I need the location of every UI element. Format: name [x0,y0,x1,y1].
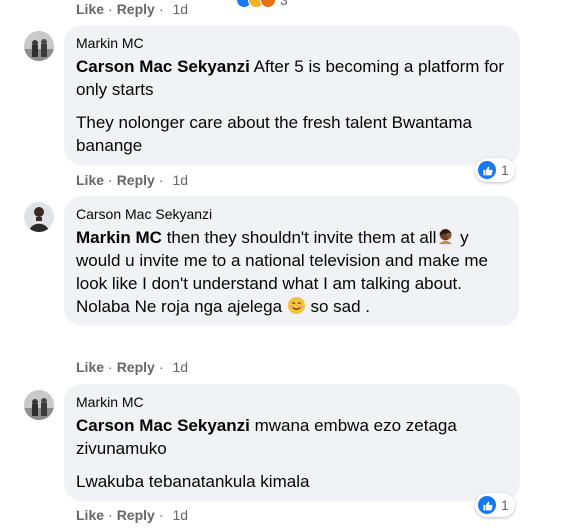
comment-author[interactable]: Markin MC [76,35,508,52]
smiling-face-emoji-icon [287,296,306,315]
comment-author[interactable]: Markin MC [76,394,508,411]
comment-time[interactable]: 1d [172,1,188,17]
thumbs-up-icon [478,496,496,514]
top-comment-actions: Like · Reply · 1d [76,1,189,17]
comment-text: Carson Mac Sekyanzi After 5 is becoming … [76,57,505,155]
avatar[interactable] [24,31,54,61]
reaction-badge[interactable]: 1 [475,158,515,182]
thumbs-up-icon [478,161,496,179]
avatar[interactable] [24,390,54,420]
reply-link[interactable]: Reply [117,172,155,188]
comment-bubble: Carson Mac Sekyanzi Markin MC then they … [64,196,519,326]
comment-time[interactable]: 1d [172,172,188,188]
comment-actions: Like · Reply · 1d [76,172,189,188]
comment-actions: Like · Reply · 1d [76,507,189,523]
reply-link[interactable]: Reply [117,1,155,17]
mention-link[interactable]: Carson Mac Sekyanzi [76,57,250,76]
comment-bubble: Markin MC Carson Mac Sekyanzi After 5 is… [64,25,520,165]
mention-link[interactable]: Markin MC [76,228,162,247]
comment-time[interactable]: 1d [172,507,188,523]
like-link[interactable]: Like [76,359,104,375]
top-reaction-summary[interactable]: 3 [236,0,288,8]
like-link[interactable]: Like [76,1,104,17]
comment-author[interactable]: Carson Mac Sekyanzi [76,206,507,223]
facepalm-emoji-icon [436,227,455,246]
reply-link[interactable]: Reply [117,359,155,375]
reaction-count: 3 [280,0,288,8]
angry-reaction-icon [260,0,276,8]
like-link[interactable]: Like [76,172,104,188]
avatar[interactable] [24,202,54,232]
reaction-count: 1 [501,497,509,513]
comment-bubble: Markin MC Carson Mac Sekyanzi mwana embw… [64,384,520,501]
mention-link[interactable]: Carson Mac Sekyanzi [76,416,250,435]
comment-actions: Like · Reply · 1d [76,359,189,375]
reaction-badge[interactable]: 1 [475,493,515,517]
reply-link[interactable]: Reply [117,507,155,523]
comment-text: Markin MC then they shouldn't invite the… [76,227,489,316]
comment-text: Carson Mac Sekyanzi mwana embwa ezo zeta… [76,416,457,491]
like-link[interactable]: Like [76,507,104,523]
comment-time[interactable]: 1d [172,359,188,375]
reaction-count: 1 [501,162,509,178]
